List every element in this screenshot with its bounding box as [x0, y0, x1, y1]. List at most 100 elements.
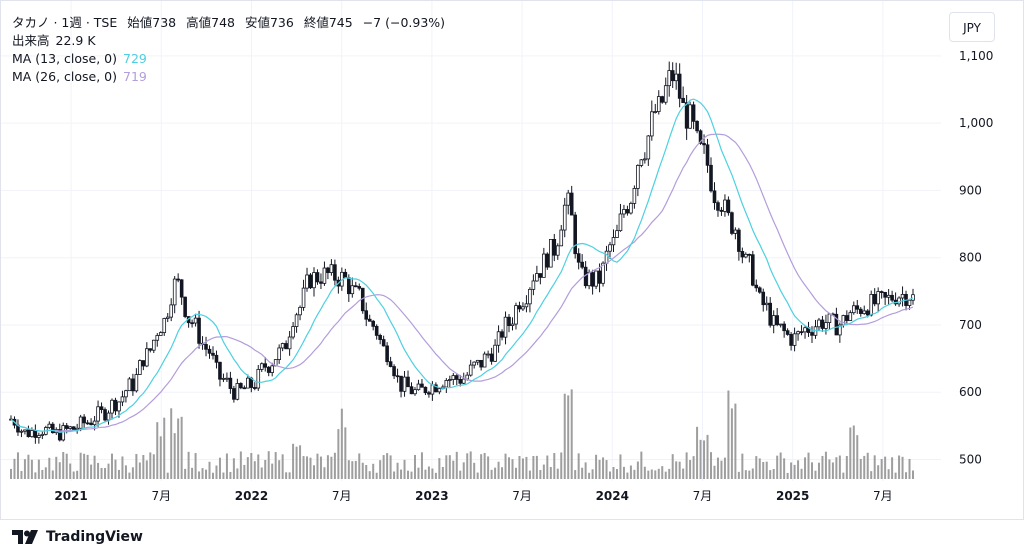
volume-bar: [675, 461, 678, 479]
volume-bar: [856, 435, 859, 479]
candle-body: [228, 377, 233, 389]
candle-body: [552, 239, 557, 256]
candle-body: [214, 354, 219, 363]
candle-body: [207, 348, 212, 354]
volume-bar: [459, 470, 462, 479]
candle-body: [78, 416, 83, 429]
candle-body: [555, 245, 560, 256]
volume-bar: [205, 469, 208, 479]
volume-bar: [678, 461, 681, 479]
volume-bar: [898, 455, 901, 479]
candle-body: [674, 73, 678, 82]
candle-body: [663, 85, 668, 103]
candle-body: [30, 430, 34, 438]
ma26-label: MA (26, close, 0): [12, 69, 118, 84]
volume-bar: [288, 472, 291, 479]
volume-bar: [309, 457, 312, 479]
volume-bar: [97, 462, 100, 479]
volume-bar: [351, 461, 354, 479]
candle-body: [357, 286, 362, 289]
volume-bar: [870, 471, 873, 479]
volume-bar: [281, 454, 284, 479]
volume-bar: [393, 471, 396, 479]
volume-bar: [560, 452, 563, 479]
volume-bar: [859, 458, 862, 479]
candle-body: [381, 339, 386, 347]
volume-bar: [365, 464, 368, 479]
candle-body: [660, 96, 665, 103]
volume-bar: [173, 433, 176, 479]
candle-body: [531, 280, 536, 290]
volume-bar: [905, 472, 908, 479]
volume-bar: [629, 465, 632, 479]
volume-bar: [480, 454, 483, 479]
candle-body: [608, 244, 612, 252]
volume-bar: [257, 454, 260, 479]
candle-body: [89, 422, 93, 426]
candle-body: [771, 315, 776, 326]
candle-body: [754, 284, 759, 289]
candle-body: [911, 294, 915, 301]
x-tick-label: 2022: [235, 489, 268, 503]
candle-body: [64, 425, 69, 429]
volume-bar: [570, 389, 573, 479]
volume-bar: [330, 456, 333, 479]
ma26-legend[interactable]: MA (26, close, 0) 719: [12, 68, 445, 86]
volume-bar: [90, 464, 93, 479]
volume-bar: [633, 469, 636, 479]
candle-body: [458, 379, 463, 384]
candle-body: [883, 292, 887, 298]
volume-bar: [455, 451, 458, 479]
candle-body: [68, 426, 73, 429]
candle-body: [622, 209, 626, 215]
volume-bar: [198, 471, 201, 479]
candle-body: [19, 430, 24, 433]
candle-body: [280, 343, 285, 349]
volume-bar: [191, 467, 194, 479]
volume-bar: [525, 456, 528, 479]
volume-bar: [243, 464, 246, 479]
volume-bar: [184, 468, 187, 479]
volume-bar: [138, 462, 141, 479]
volume-bar: [379, 460, 382, 479]
volume-bar: [528, 470, 531, 479]
volume-bar: [539, 470, 542, 479]
candle-body: [162, 318, 167, 333]
y-tick-label: 500: [959, 453, 982, 467]
volume-bar: [319, 456, 322, 479]
candle-body: [350, 285, 355, 295]
volume-bar: [10, 468, 12, 479]
candle-body: [750, 254, 755, 286]
symbol-label: タカノ · 1週 · TSE: [12, 15, 118, 30]
volume-bar: [396, 462, 399, 479]
volume-bar: [828, 459, 831, 479]
volume-bar: [333, 452, 336, 479]
x-tick-label: 7月: [693, 489, 713, 503]
volume-bar: [574, 470, 577, 479]
candle-body: [127, 378, 132, 392]
candle-body: [653, 111, 658, 113]
volume-bar: [267, 451, 270, 479]
candle-body: [270, 365, 274, 373]
volume-bar: [208, 461, 211, 479]
candle-body: [294, 314, 299, 327]
volume-bar: [863, 455, 866, 479]
high-value: 748: [211, 15, 235, 30]
volume-bar: [779, 452, 782, 479]
volume-bar: [605, 460, 608, 479]
ma26-line: [10, 133, 914, 432]
ma13-legend[interactable]: MA (13, close, 0) 729: [12, 50, 445, 68]
candle-body: [695, 120, 699, 132]
candle-body: [691, 104, 696, 122]
volume-bar: [615, 469, 618, 479]
volume-value: 22.9 K: [55, 33, 96, 48]
candle-body: [785, 330, 790, 335]
volume-bar: [337, 429, 340, 479]
candle-body: [862, 310, 867, 314]
candle-body: [872, 294, 877, 305]
volume-bar: [441, 466, 444, 479]
currency-button[interactable]: JPY: [949, 12, 995, 42]
tradingview-brand[interactable]: TradingView: [12, 527, 143, 547]
candle-body: [848, 312, 853, 321]
volume-bar: [16, 452, 19, 479]
